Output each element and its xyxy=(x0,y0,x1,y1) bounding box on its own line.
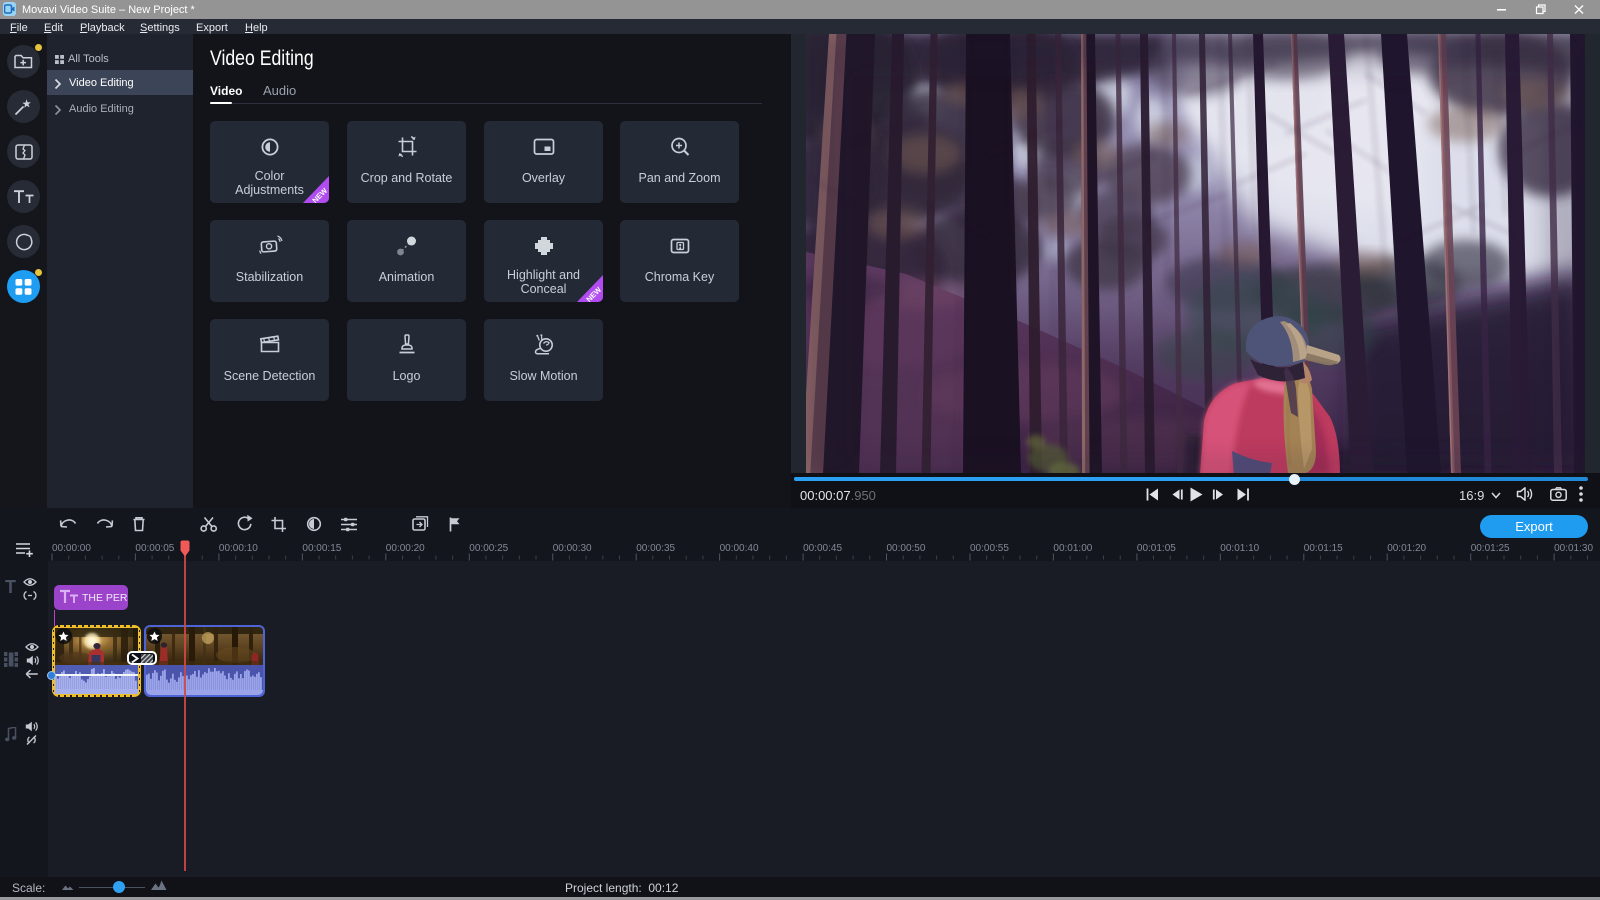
svg-text:00:00:35: 00:00:35 xyxy=(636,543,675,554)
svg-text:00:00:50: 00:00:50 xyxy=(887,543,926,554)
svg-text:00:00:25: 00:00:25 xyxy=(469,543,508,554)
svg-text:00:01:10: 00:01:10 xyxy=(1220,543,1259,554)
svg-text:00:01:20: 00:01:20 xyxy=(1387,543,1426,554)
svg-text:00:01:00: 00:01:00 xyxy=(1053,543,1092,554)
svg-text:00:00:30: 00:00:30 xyxy=(553,543,592,554)
svg-text:00:00:20: 00:00:20 xyxy=(386,543,425,554)
svg-text:00:00:10: 00:00:10 xyxy=(219,543,258,554)
svg-text:00:00:40: 00:00:40 xyxy=(720,543,759,554)
svg-text:00:00:15: 00:00:15 xyxy=(302,543,341,554)
svg-text:00:00:55: 00:00:55 xyxy=(970,543,1009,554)
svg-text:00:01:05: 00:01:05 xyxy=(1137,543,1176,554)
svg-text:00:00:00: 00:00:00 xyxy=(52,543,91,554)
svg-text:00:01:30: 00:01:30 xyxy=(1554,543,1593,554)
svg-text:00:01:25: 00:01:25 xyxy=(1471,543,1510,554)
svg-text:00:00:45: 00:00:45 xyxy=(803,543,842,554)
svg-text:00:01:15: 00:01:15 xyxy=(1304,543,1343,554)
svg-text:00:00:05: 00:00:05 xyxy=(135,543,174,554)
